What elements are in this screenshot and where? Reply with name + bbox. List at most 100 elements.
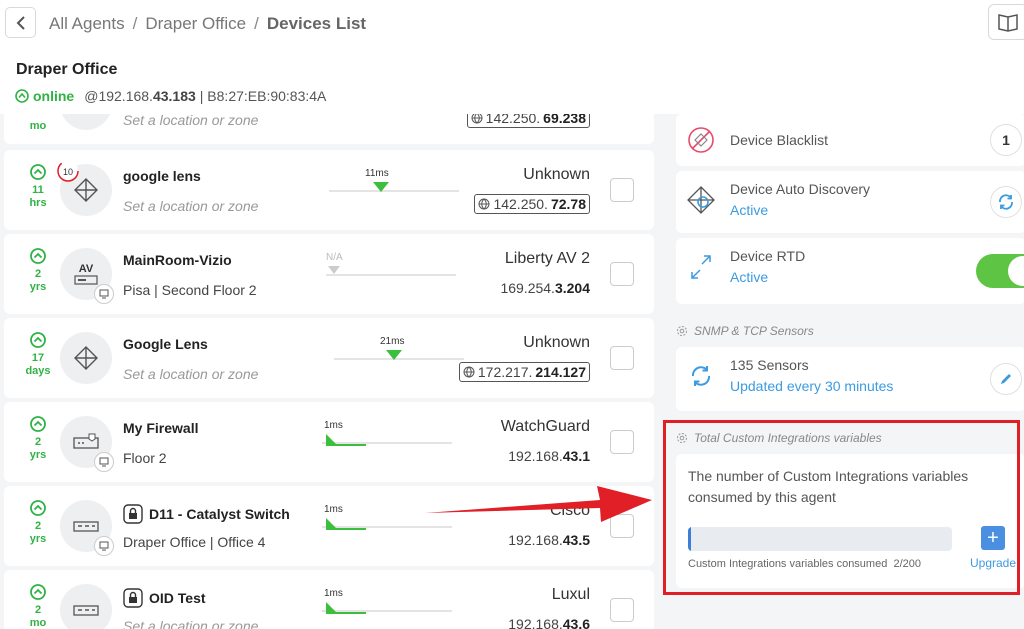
card-title: 135 Sensors <box>730 357 809 373</box>
uptime: mo <box>18 120 58 133</box>
latency-indicator: 1ms <box>322 588 462 618</box>
pencil-icon <box>1001 374 1011 384</box>
auto-discovery-icon-wrap <box>686 185 716 215</box>
table-row[interactable]: 2 yrs D11 - Catalyst Switch Draper Offic… <box>4 486 654 566</box>
online-status-icon <box>30 584 46 600</box>
device-name-wrap[interactable]: OID Test <box>123 588 206 608</box>
back-button[interactable] <box>5 7 36 38</box>
firewall-icon <box>73 433 99 449</box>
row-checkbox[interactable] <box>610 430 634 454</box>
table-row[interactable]: 2 yrs My Firewall Floor 2 1ms WatchGuard… <box>4 402 654 482</box>
device-name[interactable]: My Firewall <box>123 420 198 436</box>
lock-icon <box>123 504 143 524</box>
device-ip: 169.254.3.204 <box>500 280 590 296</box>
table-row[interactable]: 11 hrs 10 google lens Set a location or … <box>4 150 654 230</box>
av-receiver-icon <box>74 275 98 285</box>
uptime: 17 days <box>18 332 58 378</box>
avatar <box>60 584 112 629</box>
sensors-card[interactable]: 135 Sensors Updated every 30 minutes <box>676 347 1024 411</box>
device-location[interactable]: Floor 2 <box>123 450 167 466</box>
ip-bold: 72.78 <box>550 196 586 212</box>
latency-line <box>329 190 459 192</box>
agent-mac: | B8:27:EB:90:83:4A <box>199 88 327 104</box>
rtd-arrows-icon <box>691 255 711 279</box>
device-rtd-card[interactable]: Device RTD Active <box>676 238 1024 304</box>
uptime-number: 17 <box>31 352 45 364</box>
device-name[interactable]: Google Lens <box>123 336 208 352</box>
latency-indicator: 11ms <box>329 168 469 198</box>
refresh-icon <box>999 194 1013 210</box>
device-location[interactable]: Draper Office | Office 4 <box>123 534 265 550</box>
row-checkbox[interactable] <box>610 598 634 622</box>
table-row[interactable]: 2 mo OID Test Set a location or zone 1ms… <box>4 570 654 629</box>
uptime-unit: days <box>25 365 51 377</box>
online-status-icon <box>30 416 46 432</box>
ip-prefix: 172.217. <box>477 364 533 380</box>
device-name[interactable]: MainRoom-Vizio <box>123 252 232 268</box>
agent-ip-bold: 43.183 <box>152 88 196 104</box>
device-name[interactable]: google lens <box>123 168 201 184</box>
device-vendor: Luxul <box>551 586 590 603</box>
av-device-label: AV <box>78 263 94 275</box>
auto-discovery-icon <box>687 186 715 214</box>
chevron-left-icon <box>16 15 25 30</box>
row-checkbox[interactable] <box>610 178 634 202</box>
breadcrumb-separator: / <box>132 14 138 33</box>
row-checkbox[interactable] <box>610 346 634 370</box>
breadcrumb-separator: / <box>254 14 259 33</box>
blacklist-count-button[interactable]: 1 <box>990 124 1022 156</box>
switch-icon <box>73 605 99 616</box>
ip-bold: 43.6 <box>562 616 590 629</box>
device-location[interactable]: Set a location or zone <box>123 366 258 382</box>
ip-prefix: 142.250. <box>493 196 548 212</box>
status-badge: online <box>33 88 75 104</box>
edit-sensors-button[interactable] <box>990 363 1022 395</box>
row-checkbox[interactable] <box>610 262 634 286</box>
poll-count: 10 <box>63 167 73 177</box>
poll-count-badge: 10 <box>57 160 79 182</box>
docs-button[interactable] <box>988 4 1024 40</box>
display-badge <box>94 284 114 304</box>
section-title: SNMP & TCP Sensors <box>694 324 814 338</box>
device-name-wrap[interactable]: D11 - Catalyst Switch <box>123 504 290 524</box>
device-vendor: Cisco <box>549 502 590 519</box>
device-name: OID Test <box>149 590 206 606</box>
device-location[interactable]: Set a location or zone <box>123 198 258 214</box>
latency-marker-icon <box>326 434 366 446</box>
device-location[interactable]: Set a location or zone <box>123 114 258 128</box>
highlight-box <box>663 420 1020 595</box>
latency-value: 11ms <box>365 168 389 179</box>
refresh-button[interactable] <box>990 186 1022 218</box>
device-vendor: WatchGuard <box>500 418 590 435</box>
device-ip: 142.250. 69.238 <box>466 114 590 128</box>
breadcrumb-all-agents[interactable]: All Agents <box>49 14 125 34</box>
device-location[interactable]: Set a location or zone <box>123 618 258 629</box>
display-badge <box>94 536 114 556</box>
breadcrumb: All Agents / Draper Office / Devices Lis… <box>49 14 366 34</box>
device-vendor: Unknown <box>523 334 590 351</box>
breadcrumb-draper-office[interactable]: Draper Office <box>145 14 246 34</box>
agent-info: online @192.168. 43.183 | B8:27:EB:90:83:… <box>15 88 326 104</box>
monitor-icon <box>99 457 109 467</box>
ip-bold: 43.5 <box>562 532 590 548</box>
ip-prefix: 169.254. <box>500 280 555 296</box>
device-ip: 192.168.43.5 <box>508 532 590 548</box>
device-blacklist-card[interactable]: Device Blacklist 1 <box>676 114 1024 166</box>
uptime: 2 mo <box>18 584 58 629</box>
table-row[interactable]: mo Set a location or zone 142.250. 69.238 <box>4 114 654 144</box>
row-checkbox[interactable] <box>610 514 634 538</box>
table-row[interactable]: 17 days Google Lens Set a location or zo… <box>4 318 654 398</box>
latency-value: N/A <box>326 252 343 263</box>
ip-prefix: 142.250. <box>485 114 541 126</box>
uptime-unit: yrs <box>29 533 47 545</box>
agent-title: Draper Office <box>16 61 118 78</box>
table-row[interactable]: 2 yrs AV MainRoom-Vizio Pisa | Second Fl… <box>4 234 654 314</box>
snmp-section-header: SNMP & TCP Sensors <box>676 324 814 338</box>
device-auto-discovery-card[interactable]: Device Auto Discovery Active <box>676 171 1024 233</box>
latency-line <box>326 274 456 276</box>
online-status-icon <box>30 248 46 264</box>
rtd-toggle[interactable] <box>976 254 1024 288</box>
device-location[interactable]: Pisa | Second Floor 2 <box>123 282 257 298</box>
online-status-icon <box>15 89 29 103</box>
globe-icon <box>478 198 490 210</box>
